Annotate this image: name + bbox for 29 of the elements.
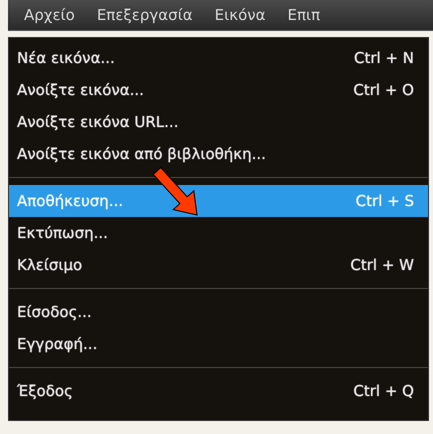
menu-item-label: Ανοίξτε εικόνα URL... (17, 113, 178, 131)
menu-item[interactable]: Νέα εικόνα... Ctrl + N (9, 42, 428, 74)
menu-item[interactable]: Εγγραφή... (9, 328, 428, 360)
menu-item[interactable]: Είσοδος... (9, 296, 428, 328)
menu-item-label: Εκτύπωση... (17, 224, 108, 242)
menu-item[interactable]: Κλείσιμο Ctrl + W (9, 249, 428, 281)
menu-item-label: Εγγραφή... (17, 335, 98, 353)
menu-item-label: Νέα εικόνα... (17, 49, 115, 67)
shortcut-label: Ctrl + S (356, 192, 414, 210)
menu-item-label: Κλείσιμο (17, 256, 82, 274)
shortcut-label: Ctrl + O (353, 81, 414, 99)
menu-item[interactable]: Ανοίξτε εικόνα URL... (9, 106, 428, 138)
menu-item-label: Είσοδος... (17, 303, 92, 321)
shortcut-label: Ctrl + N (354, 49, 414, 67)
shortcut-label: Ctrl + W (350, 256, 414, 274)
annotation-arrow (152, 167, 198, 216)
menu-item-label: Ανοίξτε εικόνα... (17, 81, 144, 99)
menu-item[interactable]: Εκτύπωση... (9, 217, 428, 249)
menu-item-label: Ανοίξτε εικόνα από βιβλιοθήκη... (17, 145, 266, 163)
menu-bar-item[interactable]: Επιπ (280, 0, 334, 30)
menu-item[interactable]: Ανοίξτε εικόνα από βιβλιοθήκη... (9, 138, 428, 170)
menu-bar-item[interactable]: Επεξεργασία (88, 0, 207, 30)
menu-item-label: Έξοδος (17, 382, 73, 400)
menu-bar-item[interactable]: Εικόνα (206, 0, 280, 30)
menu-item-label: Αποθήκευση... (17, 192, 124, 210)
shortcut-label: Ctrl + Q (353, 382, 414, 400)
menu-item[interactable]: Έξοδος Ctrl + Q (9, 375, 428, 407)
menu-bar-item[interactable]: Αρχείο (16, 0, 89, 30)
menu-item[interactable]: Ανοίξτε εικόνα... Ctrl + O (9, 74, 428, 106)
